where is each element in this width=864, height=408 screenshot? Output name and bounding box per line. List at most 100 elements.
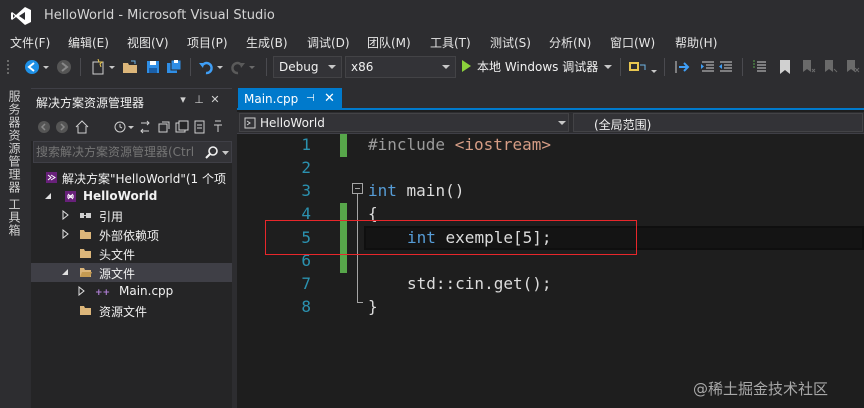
comment-lines-icon[interactable] (752, 59, 768, 75)
menu-debug[interactable]: 调试(D) (307, 34, 350, 51)
outdent-icon[interactable] (718, 59, 734, 75)
search-icon[interactable] (205, 145, 219, 159)
home-icon[interactable] (74, 119, 90, 135)
project-dropdown-value: HelloWorld (260, 116, 325, 130)
platform-select[interactable]: x86 (345, 56, 456, 78)
tab-label: Main.cpp (244, 92, 299, 106)
code-line-8: } (368, 297, 378, 316)
start-debugging-label: 本地 Windows 调试器 (477, 60, 599, 74)
line-number: 8 (301, 297, 311, 316)
pin-tab-icon[interactable]: ⊣ (306, 93, 315, 104)
save-all-icon[interactable] (166, 59, 182, 75)
undo-icon[interactable] (198, 59, 214, 75)
configuration-value: Debug (279, 60, 319, 74)
menu-view[interactable]: 视图(V) (127, 34, 169, 51)
svg-text:++: ++ (95, 288, 110, 298)
browser-link-dropdown-icon[interactable] (650, 59, 658, 75)
redo-icon[interactable] (230, 59, 246, 75)
line-number: 1 (301, 135, 311, 154)
tree-item-main-cpp[interactable]: ++ Main.cpp (31, 282, 232, 301)
redo-dropdown-icon[interactable] (248, 59, 256, 75)
show-all-files-icon[interactable] (193, 120, 207, 134)
project-icon (65, 191, 76, 202)
collapsed-arrow-icon[interactable] (60, 210, 70, 220)
tree-item-label: Main.cpp (119, 284, 174, 298)
server-explorer-tab[interactable]: 服务器资源管理器 (6, 90, 23, 194)
tree-item-header-files[interactable]: 头文件 (31, 244, 232, 263)
next-bookmark-icon[interactable] (822, 59, 838, 75)
refresh-icon[interactable] (157, 120, 171, 134)
tree-item-project[interactable]: HelloWorld (31, 187, 232, 206)
chevron-down-icon (558, 121, 566, 125)
project-dropdown[interactable]: HelloWorld (239, 113, 569, 132)
solution-search-input[interactable] (36, 143, 198, 161)
folder-icon (80, 249, 91, 258)
new-dropdown-icon[interactable] (108, 59, 116, 75)
tree-item-label: 资源文件 (99, 305, 148, 319)
tree-item-solution[interactable]: 解决方案"HelloWorld"(1 个项 (31, 168, 232, 187)
navigate-forward-icon[interactable] (56, 59, 72, 75)
expanded-arrow-icon[interactable] (43, 191, 53, 201)
menu-bar: 文件(F) 编辑(E) 视图(V) 项目(P) 生成(B) 调试(D) 团队(M… (0, 32, 864, 52)
menu-tools[interactable]: 工具(T) (430, 34, 471, 51)
properties-icon[interactable] (211, 120, 225, 134)
tree-item-resource-files[interactable]: 资源文件 (31, 301, 232, 320)
clear-bookmarks-icon[interactable] (844, 59, 860, 75)
start-debugging-button[interactable]: 本地 Windows 调试器 (462, 58, 613, 76)
navigation-bar: HelloWorld (全局范围) (237, 112, 864, 134)
folder-open-icon (80, 268, 92, 277)
back-dropdown-icon[interactable] (42, 59, 50, 75)
collapsed-arrow-icon[interactable] (76, 286, 86, 296)
solution-explorer-title: 解决方案资源管理器 (36, 96, 145, 110)
watermark: @稀土掘金技术社区 (693, 380, 829, 398)
back-icon[interactable] (37, 120, 51, 134)
scope-dropdown[interactable]: (全局范围) (573, 113, 863, 132)
browser-link-icon[interactable] (628, 59, 646, 75)
expanded-arrow-icon[interactable] (60, 267, 70, 277)
filter-dropdown-icon[interactable] (128, 120, 134, 134)
menu-file[interactable]: 文件(F) (10, 34, 50, 51)
line-number: 2 (301, 158, 311, 177)
forward-icon[interactable] (55, 120, 69, 134)
pin-icon[interactable]: ⊥ (192, 93, 206, 107)
menu-help[interactable]: 帮助(H) (675, 34, 717, 51)
keyword: int (368, 181, 397, 200)
solution-search-box[interactable] (33, 141, 232, 163)
collapsed-arrow-icon[interactable] (60, 229, 70, 239)
navigate-back-icon[interactable] (24, 59, 40, 75)
menu-edit[interactable]: 编辑(E) (68, 34, 109, 51)
collapse-all-icon[interactable] (175, 120, 189, 134)
tree-item-references[interactable]: 引用 (31, 206, 232, 225)
include-header: <iostream> (454, 135, 552, 154)
undo-dropdown-icon[interactable] (216, 59, 224, 75)
tab-main-cpp[interactable]: Main.cpp ⊣ ✕ (238, 88, 342, 110)
menu-test[interactable]: 测试(S) (490, 34, 531, 51)
sync-icon[interactable] (138, 120, 152, 134)
project-icon (244, 117, 256, 129)
previous-bookmark-icon[interactable] (800, 59, 816, 75)
close-tab-icon[interactable]: ✕ (324, 91, 335, 106)
search-options-dropdown-icon[interactable] (222, 150, 229, 156)
solution-icon (46, 172, 57, 183)
menu-window[interactable]: 窗口(W) (610, 34, 655, 51)
solution-configurations-icon[interactable] (674, 59, 690, 75)
pending-changes-filter-icon[interactable] (113, 120, 127, 134)
menu-build[interactable]: 生成(B) (246, 34, 288, 51)
close-icon[interactable]: ✕ (208, 93, 222, 107)
collapse-outline-icon[interactable] (352, 183, 363, 194)
window-position-dropdown-icon[interactable]: ▾ (176, 93, 190, 107)
tree-item-external-dependencies[interactable]: 外部依赖项 (31, 225, 232, 244)
indent-icon[interactable] (700, 59, 716, 75)
configuration-select[interactable]: Debug (273, 56, 342, 78)
open-folder-icon[interactable] (122, 59, 138, 75)
bookmark-icon[interactable] (778, 59, 792, 75)
menu-project[interactable]: 项目(P) (187, 34, 228, 51)
menu-analyze[interactable]: 分析(N) (549, 34, 591, 51)
code-text-area[interactable]: 1 2 3 4 5 6 7 8 #include <iostream> int … (237, 134, 864, 408)
menu-team[interactable]: 团队(M) (367, 34, 411, 51)
save-icon[interactable] (145, 59, 161, 75)
toolbox-tab[interactable]: 工具箱 (6, 198, 23, 237)
window-title: HelloWorld - Microsoft Visual Studio (44, 8, 275, 23)
tree-item-source-files[interactable]: 源文件 (31, 263, 232, 282)
new-project-icon[interactable] (90, 59, 106, 75)
